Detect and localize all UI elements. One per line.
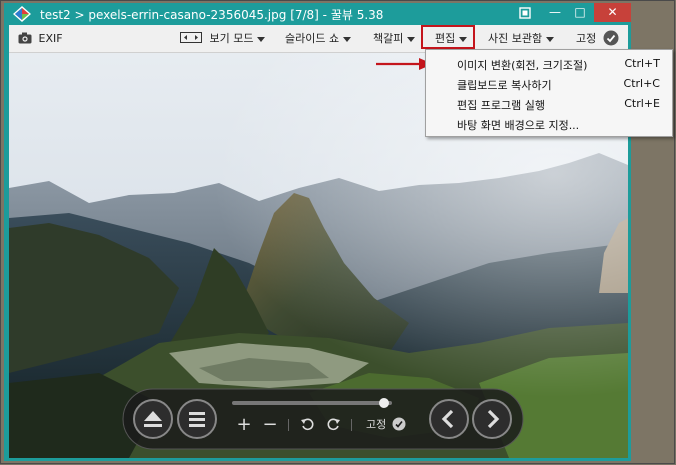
menu-item-label: 바탕 화면 배경으로 지정... xyxy=(457,119,580,132)
chevron-left-icon xyxy=(441,409,454,429)
rotate-left-icon xyxy=(301,418,314,431)
view-mode-label: 보기 모드 xyxy=(209,32,254,45)
chevron-down-icon xyxy=(343,36,352,42)
menu-item-shortcut: Ctrl+C xyxy=(623,77,660,90)
slider-track xyxy=(232,401,392,405)
pin-label: 고정 xyxy=(576,32,597,45)
next-button[interactable] xyxy=(473,400,511,438)
bookmark-menu[interactable]: 책갈피 xyxy=(373,25,416,52)
menu-item-label: 편집 프로그램 실행 xyxy=(457,99,545,112)
viewer-control-bar: + − 고정 xyxy=(122,388,524,450)
menu-item-set-wallpaper[interactable]: 바탕 화면 배경으로 지정... xyxy=(426,114,672,134)
close-button[interactable]: ✕ xyxy=(594,3,631,22)
chevron-right-icon xyxy=(487,409,500,429)
chevron-down-icon xyxy=(257,36,266,42)
minimize-button[interactable]: — xyxy=(542,3,568,22)
view-mode-icon xyxy=(180,32,202,43)
menu-item-shortcut: Ctrl+E xyxy=(624,97,660,110)
menu-item-shortcut: Ctrl+T xyxy=(624,57,660,70)
edit-menu-highlight xyxy=(421,25,475,49)
edit-dropdown-menu: 이미지 변환(회전, 크기조절) Ctrl+T 클립보드로 복사하기 Ctrl+… xyxy=(425,49,673,137)
rotate-right-button[interactable] xyxy=(325,417,341,433)
exif-label: EXIF xyxy=(38,32,63,45)
separator xyxy=(288,419,289,431)
eject-icon xyxy=(144,411,162,427)
window-title: test2 > pexels-errin-casano-2356045.jpg … xyxy=(40,8,384,22)
rotate-right-icon xyxy=(327,418,340,431)
check-circle-icon xyxy=(392,417,406,431)
menu-item-copy-clipboard[interactable]: 클립보드로 복사하기 Ctrl+C xyxy=(426,74,672,94)
rotate-left-button[interactable] xyxy=(300,417,316,433)
pin-label-bottom: 고정 xyxy=(366,418,387,431)
pin-icon xyxy=(519,7,531,19)
maximize-button[interactable]: □ xyxy=(567,3,593,22)
zoom-out-button[interactable]: − xyxy=(262,415,278,435)
photo-storage-label: 사진 보관함 xyxy=(488,32,543,45)
check-circle-icon xyxy=(603,30,619,46)
zoom-in-button[interactable]: + xyxy=(236,415,252,435)
menu-button[interactable] xyxy=(178,400,216,438)
pin-window-button[interactable] xyxy=(514,3,536,22)
separator xyxy=(351,419,352,431)
slider-handle[interactable] xyxy=(379,398,389,408)
title-bar[interactable]: test2 > pexels-errin-casano-2356045.jpg … xyxy=(4,3,631,25)
pin-toggle-bottom[interactable]: 고정 xyxy=(366,416,406,434)
desktop-frame: test2 > pexels-errin-casano-2356045.jpg … xyxy=(0,0,675,464)
previous-button[interactable] xyxy=(430,400,468,438)
photo-storage-menu[interactable]: 사진 보관함 xyxy=(488,25,555,52)
slideshow-label: 슬라이드 쇼 xyxy=(285,32,340,45)
bookmark-label: 책갈피 xyxy=(373,32,404,45)
exif-button[interactable]: EXIF xyxy=(18,25,63,52)
image-position-slider[interactable] xyxy=(232,398,392,408)
eject-button[interactable] xyxy=(134,400,172,438)
menu-item-label: 클립보드로 복사하기 xyxy=(457,79,552,92)
camera-icon xyxy=(18,32,32,44)
view-mode-menu[interactable]: 보기 모드 xyxy=(180,25,266,52)
menu-item-label: 이미지 변환(회전, 크기조절) xyxy=(457,59,588,72)
slideshow-menu[interactable]: 슬라이드 쇼 xyxy=(285,25,352,52)
honeyview-logo-icon xyxy=(13,6,31,22)
menu-item-run-editor[interactable]: 편집 프로그램 실행 Ctrl+E xyxy=(426,94,672,114)
menu-item-image-transform[interactable]: 이미지 변환(회전, 크기조절) Ctrl+T xyxy=(426,54,672,74)
menu-icon xyxy=(189,412,205,427)
chevron-down-icon xyxy=(407,36,416,42)
pin-toggle[interactable]: 고정 xyxy=(576,25,619,52)
chevron-down-icon xyxy=(546,36,555,42)
